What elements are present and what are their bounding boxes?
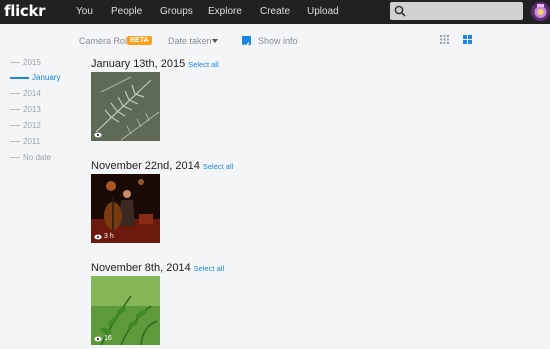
select-all-link[interactable]: Select all: [203, 162, 233, 171]
avatar[interactable]: [531, 2, 550, 21]
date-label: January 13th, 2015: [91, 58, 186, 70]
view-count: 3 h: [104, 233, 114, 240]
timeline-month-january[interactable]: January: [10, 73, 60, 82]
search-input[interactable]: [410, 4, 518, 18]
view-count: 16: [104, 335, 112, 342]
timeline-year-2013[interactable]: 2013: [10, 105, 41, 114]
date-label: November 22nd, 2014: [91, 160, 200, 172]
sort-dropdown[interactable]: Date taken: [168, 36, 212, 46]
nav-people[interactable]: People: [111, 6, 142, 17]
timeline-year-2012[interactable]: 2012: [10, 121, 41, 130]
select-all-link[interactable]: Select all: [188, 60, 218, 69]
timeline-no-date[interactable]: No date: [10, 153, 51, 162]
show-info-checkbox[interactable]: [242, 36, 251, 48]
nav-explore[interactable]: Explore: [208, 6, 242, 17]
nav-upload[interactable]: Upload: [307, 6, 339, 17]
search-box[interactable]: [390, 2, 523, 20]
timeline-year-2015[interactable]: 2015: [10, 58, 41, 67]
photo-overlay: [94, 132, 102, 138]
beta-badge: BETA: [127, 36, 152, 45]
avatar-image: [531, 2, 550, 21]
flickr-logo[interactable]: flickr: [4, 2, 46, 20]
checkmark-icon: [243, 42, 250, 48]
timeline-year-2014[interactable]: 2014: [10, 89, 41, 98]
camera-roll-title: Camera Roll: [79, 36, 130, 46]
date-heading: November 8th, 2014 Select all: [91, 262, 224, 274]
chevron-down-icon[interactable]: [212, 39, 218, 43]
nav-create[interactable]: Create: [260, 6, 290, 17]
photo-image: [91, 72, 160, 141]
small-grid-view-icon[interactable]: [440, 35, 449, 44]
eye-icon: [94, 234, 102, 239]
eye-icon: [94, 132, 102, 138]
date-heading: January 13th, 2015 Select all: [91, 58, 219, 70]
nav-you[interactable]: You: [76, 6, 93, 17]
nav-groups[interactable]: Groups: [160, 6, 193, 17]
date-label: November 8th, 2014: [91, 262, 191, 274]
photo-overlay: 3 h: [94, 233, 114, 240]
photo-overlay: 16: [94, 335, 112, 342]
photo-thumbnail[interactable]: [91, 72, 160, 141]
photo-thumbnail[interactable]: 16: [91, 276, 160, 345]
date-heading: November 22nd, 2014 Select all: [91, 160, 233, 172]
show-info-label[interactable]: Show info: [258, 36, 298, 46]
select-all-link[interactable]: Select all: [194, 264, 224, 273]
timeline-year-2011[interactable]: 2011: [10, 137, 40, 146]
eye-icon: [94, 336, 102, 341]
top-nav-bar: flickr You People Groups Explore Create …: [0, 0, 550, 24]
search-icon[interactable]: [394, 5, 406, 17]
large-grid-view-icon[interactable]: [463, 35, 472, 44]
photo-thumbnail[interactable]: 3 h: [91, 174, 160, 243]
